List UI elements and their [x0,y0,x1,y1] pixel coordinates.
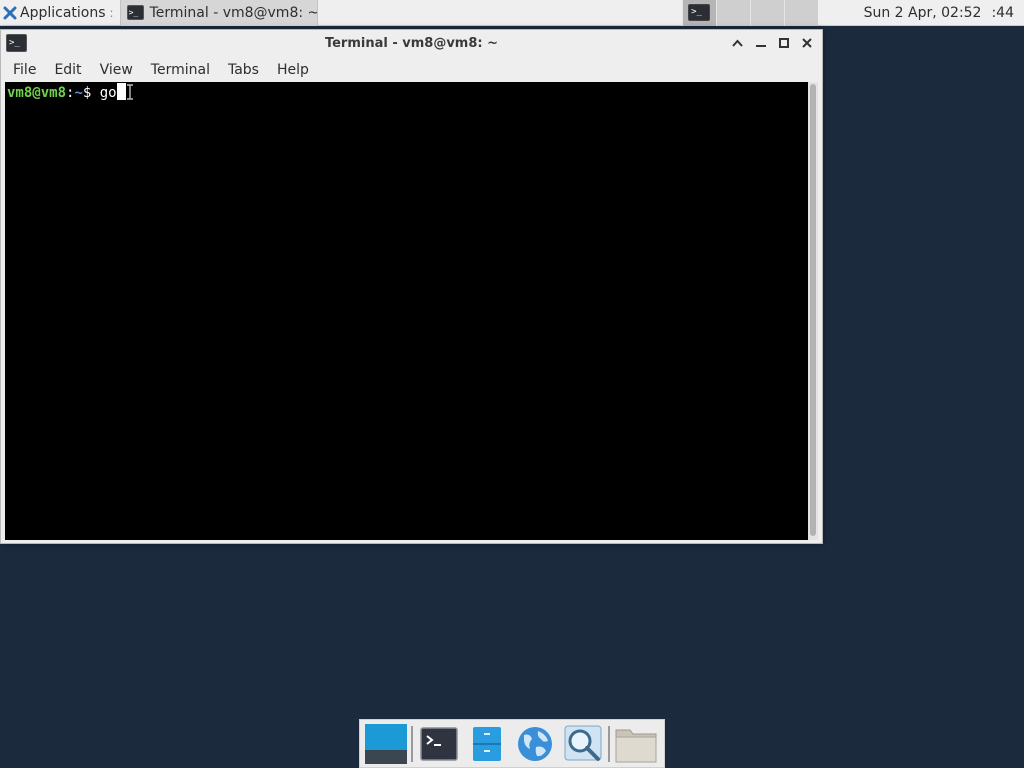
menu-view[interactable]: View [91,62,142,78]
dock-file-manager-button[interactable] [464,721,509,766]
dock-separator [411,725,413,762]
menu-help[interactable]: Help [268,62,318,78]
maximize-button[interactable] [774,33,793,53]
taskbar-terminal-button[interactable]: >_ Terminal - vm8@vm8: ~ [119,0,318,26]
workspace-2[interactable] [715,0,750,26]
terminal-icon: >_ [688,4,711,21]
dock-separator [608,725,610,762]
clock-seconds: :44 [991,4,1014,21]
prompt-user: vm8@vm8 [7,85,67,101]
show-desktop-icon [364,723,407,764]
scrollbar-thumb[interactable] [810,84,816,536]
taskbar-terminal-label: Terminal - vm8@vm8: ~ [149,4,318,21]
applications-menu[interactable]: Applications : [0,0,118,26]
dock-app-finder-button[interactable] [560,721,605,766]
applications-label: Applications [20,4,106,21]
workspace-1[interactable]: >_ [681,0,716,26]
dock-terminal-button[interactable] [416,721,461,766]
workspace-switcher: >_ [681,0,818,26]
applications-separator: : [109,5,114,20]
folder-icon [615,729,656,762]
dock [359,719,665,768]
terminal-window: >_ Terminal - vm8@vm8: ~ File Edit View … [0,29,823,544]
ibeam-cursor-icon [126,84,133,100]
web-browser-icon [517,726,552,761]
chevron-up-icon [732,39,743,47]
text-cursor [116,83,126,100]
terminal-scrollbar[interactable] [808,82,818,540]
clock[interactable]: Sun 2 Apr, 02:52 [864,5,982,21]
prompt-path: ~ [74,85,83,101]
menu-edit[interactable]: Edit [45,62,90,78]
shade-button[interactable] [728,33,747,53]
prompt-symbol: $ [82,85,100,101]
command-text: go [99,85,117,101]
close-icon [801,38,812,48]
dock-folder-button[interactable] [613,721,658,766]
close-button[interactable] [797,33,816,53]
app-finder-icon [564,725,601,761]
file-manager-icon [472,726,501,761]
maximize-icon [778,38,789,48]
xfce-logo-icon [3,6,17,19]
workspace-3[interactable] [749,0,784,26]
show-desktop-button[interactable] [363,721,408,766]
minimize-icon [755,45,766,47]
menubar: File Edit View Terminal Tabs Help [1,57,822,83]
terminal-icon [419,726,458,761]
minimize-button[interactable] [751,33,770,53]
menu-terminal[interactable]: Terminal [142,62,219,78]
window-titlebar[interactable]: >_ Terminal - vm8@vm8: ~ [1,30,822,57]
terminal-icon: >_ [126,5,144,20]
window-controls [728,33,816,53]
dock-web-browser-button[interactable] [512,721,557,766]
menu-tabs[interactable]: Tabs [219,62,268,78]
terminal-output[interactable]: vm8@vm8:~$ go [5,82,808,540]
workspace-4[interactable] [783,0,818,26]
top-panel: Applications : >_ Terminal - vm8@vm8: ~ … [0,0,1024,26]
menu-file[interactable]: File [4,62,45,78]
window-title: Terminal - vm8@vm8: ~ [324,36,499,51]
